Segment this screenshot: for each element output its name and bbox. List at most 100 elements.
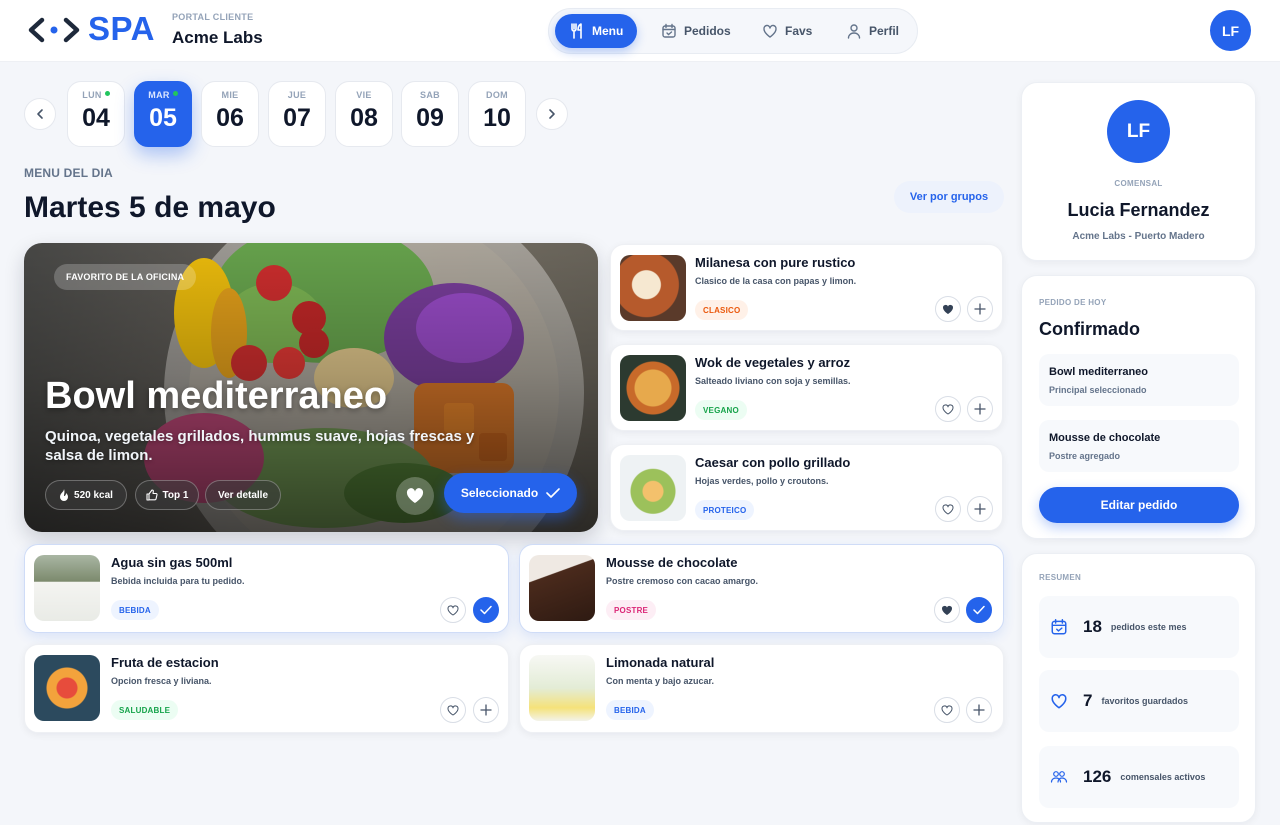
featured-dish-title: Bowl mediterraneo bbox=[45, 375, 388, 417]
dish-photo bbox=[620, 255, 686, 321]
plus-icon bbox=[480, 704, 492, 716]
nav-pedidos[interactable]: Pedidos bbox=[647, 14, 745, 48]
selected-label: Seleccionado bbox=[460, 486, 539, 500]
heart-icon bbox=[942, 503, 954, 515]
order-item: Bowl mediterraneo Principal seleccionado bbox=[1039, 354, 1239, 406]
add-button[interactable] bbox=[966, 697, 992, 723]
profile-avatar[interactable]: LF bbox=[1107, 100, 1170, 163]
featured-dish-description: Quinoa, vegetales grillados, hummus suav… bbox=[45, 428, 475, 464]
dish-photo bbox=[620, 355, 686, 421]
portal-label: PORTAL CLIENTE bbox=[172, 12, 254, 22]
stat-label: comensales activos bbox=[1120, 772, 1206, 782]
favorite-button[interactable] bbox=[934, 697, 960, 723]
profile-role: COMENSAL bbox=[1114, 179, 1163, 188]
plus-icon bbox=[973, 704, 985, 716]
status-dot bbox=[104, 91, 110, 96]
dish-description: Hojas verdes, pollo y croutons. bbox=[695, 476, 829, 486]
heart-icon bbox=[942, 304, 954, 314]
extra-name: Limonada natural bbox=[606, 655, 715, 670]
day-vie[interactable]: VIE 08 bbox=[335, 81, 393, 147]
stat-diners: 126 comensales activos bbox=[1039, 746, 1239, 808]
calendar-check-icon bbox=[1051, 618, 1067, 635]
day-name: JUE bbox=[287, 90, 307, 100]
favorite-button[interactable] bbox=[935, 496, 961, 522]
selected-check-button[interactable] bbox=[966, 597, 992, 623]
extra-name: Mousse de chocolate bbox=[606, 555, 738, 570]
user-avatar[interactable]: LF bbox=[1210, 10, 1251, 51]
day-name: SAB bbox=[420, 90, 440, 100]
extra-description: Bebida incluida para tu pedido. bbox=[111, 576, 245, 586]
favorite-badge: FAVORITO DE LA OFICINA bbox=[54, 264, 197, 290]
dish-description: Clasico de la casa con papas y limon. bbox=[695, 276, 857, 286]
add-button[interactable] bbox=[967, 396, 993, 422]
status-dot bbox=[172, 91, 178, 96]
day-mar[interactable]: MAR 05 bbox=[134, 81, 192, 147]
favorite-button[interactable] bbox=[935, 396, 961, 422]
rank-chip: Top 1 bbox=[135, 480, 199, 510]
extra-photo bbox=[34, 555, 100, 621]
nav-perfil[interactable]: Perfil bbox=[832, 14, 913, 48]
favorite-button[interactable] bbox=[440, 697, 466, 723]
nav-pedidos-label: Pedidos bbox=[684, 24, 731, 38]
favorite-button[interactable] bbox=[396, 477, 434, 515]
favorite-button[interactable] bbox=[935, 296, 961, 322]
dish-card[interactable]: Caesar con pollo grillado Hojas verdes, … bbox=[610, 444, 1003, 531]
stat-label: favoritos guardados bbox=[1101, 696, 1188, 706]
nav-menu[interactable]: Menu bbox=[555, 14, 638, 48]
order-item: Mousse de chocolate Postre agregado bbox=[1039, 420, 1239, 472]
extra-photo bbox=[529, 655, 595, 721]
day-number: 10 bbox=[483, 104, 511, 132]
order-item-subtitle: Postre agregado bbox=[1049, 451, 1121, 461]
dish-tag: PROTEICO bbox=[695, 500, 755, 520]
check-icon bbox=[480, 605, 492, 615]
view-by-groups-button[interactable]: Ver por grupos bbox=[894, 181, 1004, 213]
code-logo-icon bbox=[28, 17, 80, 43]
main-nav: Menu Pedidos Favs Perfil bbox=[548, 8, 918, 54]
extra-tag: SALUDABLE bbox=[111, 700, 179, 720]
view-detail-button[interactable]: Ver detalle bbox=[205, 480, 281, 510]
day-mie[interactable]: MIE 06 bbox=[201, 81, 259, 147]
stat-number: 126 bbox=[1083, 767, 1112, 786]
plus-icon bbox=[974, 503, 986, 515]
heart-icon bbox=[941, 704, 953, 716]
order-item-subtitle: Principal seleccionado bbox=[1049, 385, 1147, 395]
stat-label: pedidos este mes bbox=[1110, 622, 1187, 632]
nav-favs[interactable]: Favs bbox=[748, 14, 826, 48]
extra-description: Postre cremoso con cacao amargo. bbox=[606, 576, 759, 586]
order-item-title: Mousse de chocolate bbox=[1049, 432, 1161, 444]
prev-week-button[interactable] bbox=[24, 98, 56, 130]
edit-order-button[interactable]: Editar pedido bbox=[1039, 487, 1239, 523]
selected-check-button[interactable] bbox=[473, 597, 499, 623]
extra-card[interactable]: Mousse de chocolate Postre cremoso con c… bbox=[519, 544, 1004, 633]
nav-favs-label: Favs bbox=[785, 24, 813, 38]
extra-card[interactable]: Limonada natural Con menta y bajo azucar… bbox=[519, 644, 1004, 733]
heart-icon bbox=[1051, 693, 1067, 709]
add-button[interactable] bbox=[473, 697, 499, 723]
heart-icon bbox=[447, 604, 459, 616]
day-number: 07 bbox=[283, 104, 311, 132]
add-button[interactable] bbox=[967, 496, 993, 522]
favorite-button[interactable] bbox=[440, 597, 466, 623]
plus-icon bbox=[974, 303, 986, 315]
kcal-chip: 520 kcal bbox=[45, 480, 127, 510]
day-sab[interactable]: SAB 09 bbox=[401, 81, 459, 147]
extra-card[interactable]: Fruta de estacion Opcion fresca y livian… bbox=[24, 644, 509, 733]
check-icon bbox=[973, 605, 985, 615]
day-dom[interactable]: DOM 10 bbox=[468, 81, 526, 147]
summary-card: RESUMEN 18 pedidos este mes 7 favoritos … bbox=[1021, 553, 1256, 823]
dish-card[interactable]: Wok de vegetales y arroz Salteado livian… bbox=[610, 344, 1003, 431]
selected-button[interactable]: Seleccionado bbox=[444, 473, 577, 513]
favorite-button[interactable] bbox=[934, 597, 960, 623]
extra-tag: BEBIDA bbox=[111, 600, 159, 620]
day-jue[interactable]: JUE 07 bbox=[268, 81, 326, 147]
heart-icon bbox=[942, 403, 954, 415]
extra-card[interactable]: Agua sin gas 500ml Bebida incluida para … bbox=[24, 544, 509, 633]
next-week-button[interactable] bbox=[536, 98, 568, 130]
day-lun[interactable]: LUN 04 bbox=[67, 81, 125, 147]
dish-card[interactable]: Milanesa con pure rustico Clasico de la … bbox=[610, 244, 1003, 331]
add-button[interactable] bbox=[967, 296, 993, 322]
dish-photo bbox=[620, 455, 686, 521]
featured-dish-card[interactable]: FAVORITO DE LA OFICINA Bowl mediterraneo… bbox=[24, 243, 598, 532]
profile-card: LF COMENSAL Lucia Fernandez Acme Labs - … bbox=[1021, 82, 1256, 261]
day-name: DOM bbox=[486, 90, 508, 100]
